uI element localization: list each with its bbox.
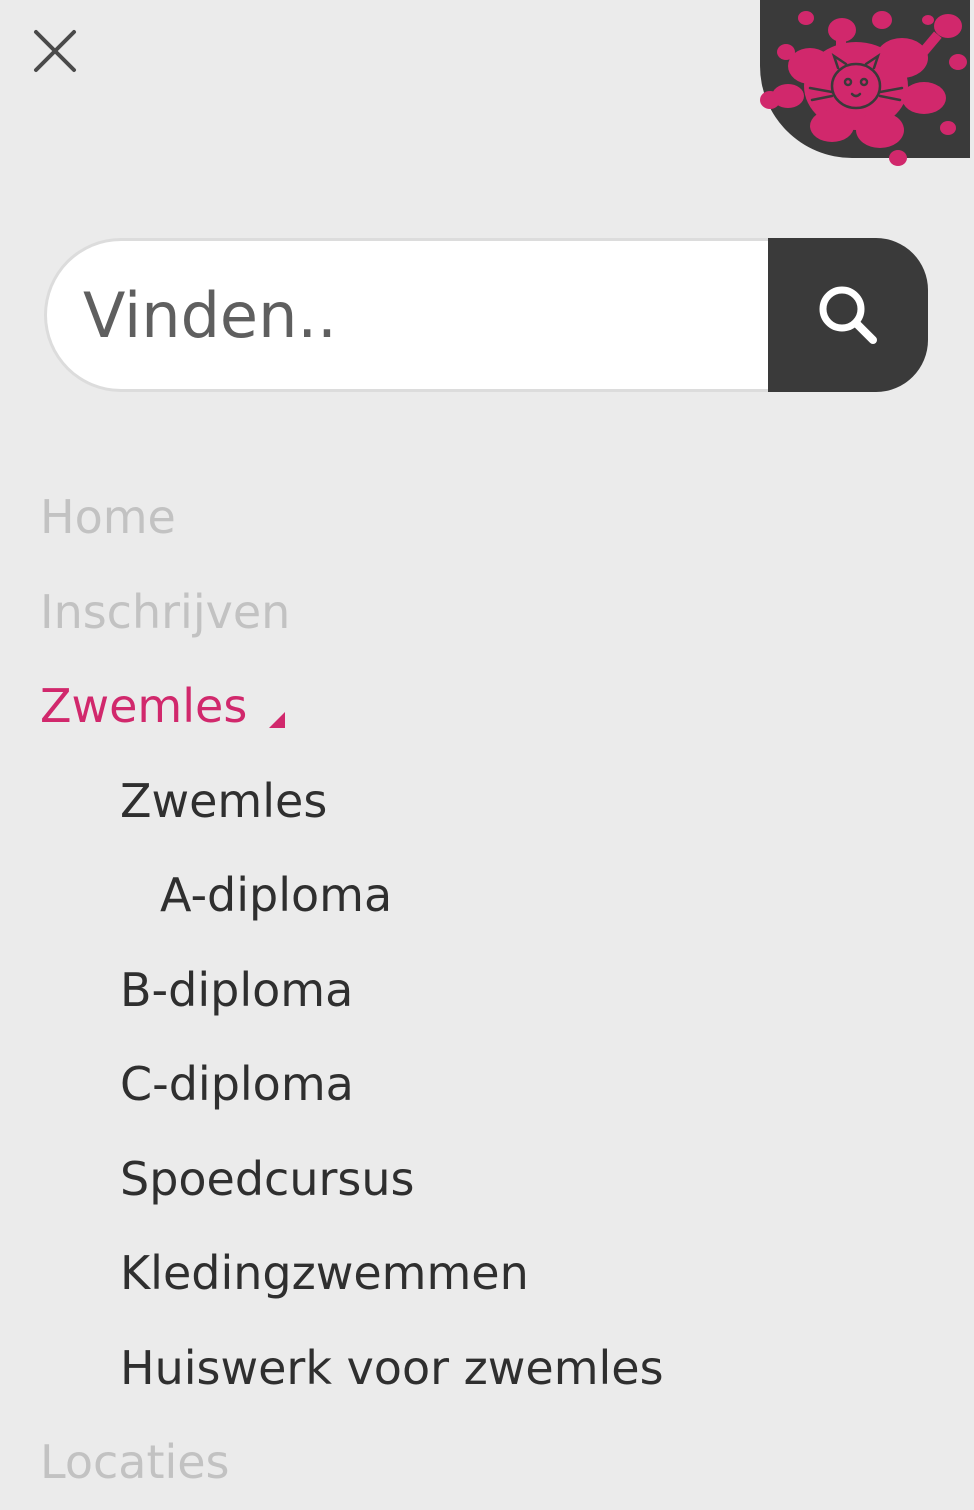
search-icon [819, 286, 877, 344]
nav-item-label: Spoedcursus [120, 1151, 415, 1206]
caret-icon[interactable] [269, 712, 286, 729]
nav-item-label: Inschrijven [40, 584, 291, 639]
search-bar [44, 238, 928, 392]
search-button[interactable] [768, 238, 928, 392]
subnav-item-huiswerk[interactable]: Huiswerk voor zwemles [40, 1321, 940, 1416]
nav-item-label: Locaties [40, 1435, 230, 1490]
nav-item-label: Home [40, 490, 176, 545]
search-input[interactable] [44, 238, 768, 392]
nav-item-locaties[interactable]: Locaties [40, 1415, 940, 1510]
subnav-item-kledingzwemmen[interactable]: Kledingzwemmen [40, 1226, 940, 1321]
nav-item-label: Zwemles [40, 679, 248, 734]
subnav-item-zwemles[interactable]: Zwemles [40, 754, 940, 849]
paint-splash-cat-logo-icon[interactable] [752, 0, 974, 172]
close-icon [34, 30, 76, 72]
subnav-item-spoedcursus[interactable]: Spoedcursus [40, 1132, 940, 1227]
nav-item-label: A-diploma [160, 868, 393, 923]
subnav-item-b-diploma[interactable]: B-diploma [40, 943, 940, 1038]
nav-item-zwemles[interactable]: Zwemles [40, 659, 940, 754]
nav-item-label: Kledingzwemmen [120, 1246, 529, 1301]
nav-item-inschrijven[interactable]: Inschrijven [40, 565, 940, 660]
subnav-item-a-diploma[interactable]: A-diploma [40, 848, 940, 943]
subnav-item-c-diploma[interactable]: C-diploma [40, 1037, 940, 1132]
close-button[interactable] [28, 24, 82, 78]
nav-item-label: C-diploma [120, 1057, 354, 1112]
main-navigation: Home Inschrijven Zwemles Zwemles A-diplo… [40, 470, 940, 1510]
nav-item-home[interactable]: Home [40, 470, 940, 565]
nav-item-label: B-diploma [120, 962, 354, 1017]
nav-item-label: Huiswerk voor zwemles [120, 1340, 664, 1395]
nav-item-label: Zwemles [120, 773, 328, 828]
